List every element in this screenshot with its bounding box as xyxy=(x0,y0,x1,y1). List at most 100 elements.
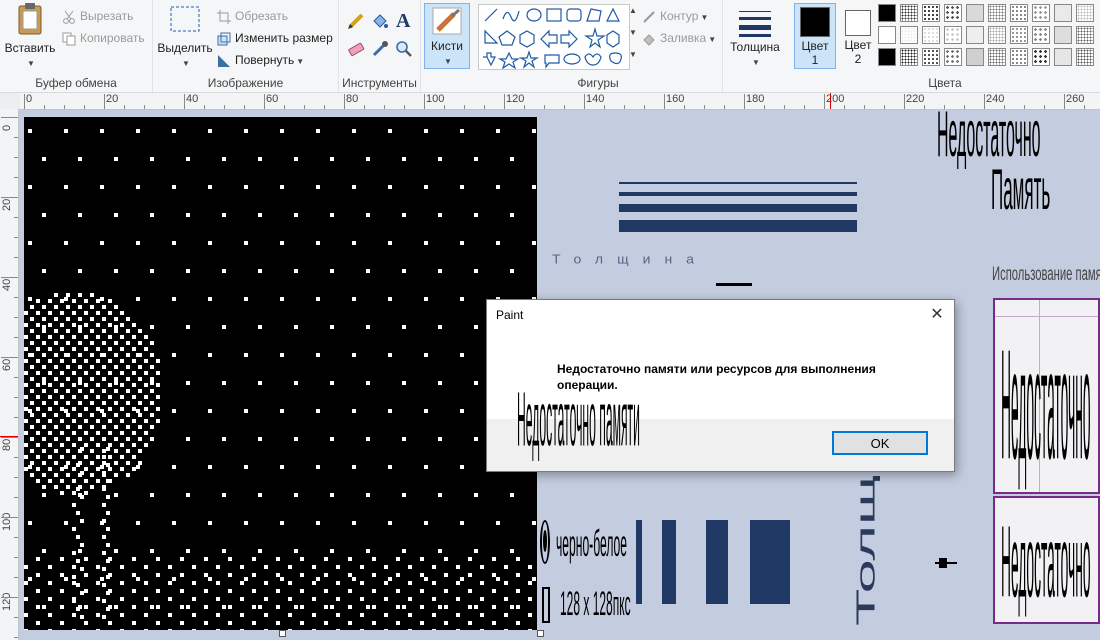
ruler-tick xyxy=(924,105,925,109)
palette-swatch[interactable] xyxy=(922,26,940,44)
ruler-tick xyxy=(1,197,18,198)
ruler-label: 80 xyxy=(346,93,359,105)
color2-swatch xyxy=(845,10,871,36)
ruler-tick xyxy=(824,94,825,109)
canvas-resize-handle-bottom[interactable] xyxy=(279,630,286,637)
dialog-titlebar[interactable]: Paint ✕ xyxy=(487,300,954,331)
palette-swatch[interactable] xyxy=(988,48,1006,66)
palette-swatch[interactable] xyxy=(988,4,1006,22)
ruler-label: 120 xyxy=(1,592,13,611)
palette-swatch[interactable] xyxy=(966,48,984,66)
ruler-tick xyxy=(14,137,18,138)
paste-button[interactable]: Вставить ▼ xyxy=(2,2,58,69)
close-icon[interactable]: ✕ xyxy=(920,300,954,331)
palette-swatch[interactable] xyxy=(944,26,962,44)
outline-caret-icon[interactable]: ▼ xyxy=(700,8,708,28)
ruler-tick xyxy=(14,557,18,558)
shapes-expand-icon[interactable]: ▼ xyxy=(629,50,637,59)
palette-swatch[interactable] xyxy=(988,26,1006,44)
line-size-icon xyxy=(739,11,771,37)
fill-caret-icon[interactable]: ▼ xyxy=(708,30,716,50)
size-button[interactable]: Толщина ▼ xyxy=(726,3,784,67)
tools-group-label: Инструменты xyxy=(342,76,417,90)
pencil-icon[interactable] xyxy=(347,12,365,30)
size-label: Толщина xyxy=(730,40,780,54)
fill-bucket-icon[interactable] xyxy=(371,12,389,30)
clipboard-group: Вставить ▼ Вырезать Копировать Буфер обм… xyxy=(0,0,153,92)
ruler-tick xyxy=(744,94,745,109)
palette-swatch[interactable] xyxy=(1032,4,1050,22)
brushes-button[interactable]: Кисти ▼ xyxy=(424,3,470,69)
rotate-button[interactable]: Повернуть ▼ xyxy=(217,50,304,70)
palette-swatch[interactable] xyxy=(1076,48,1094,66)
ruler-tick xyxy=(44,105,45,109)
ruler-label: 160 xyxy=(666,93,685,105)
palette-swatch[interactable] xyxy=(1032,48,1050,66)
drawing-canvas[interactable] xyxy=(24,117,537,630)
canvas-resize-handle-corner[interactable] xyxy=(537,630,544,637)
ruler-tick xyxy=(1084,105,1085,109)
ruler-tick xyxy=(124,105,125,109)
palette-swatch[interactable] xyxy=(1010,4,1028,22)
palette-swatch[interactable] xyxy=(878,26,896,44)
palette-swatch[interactable] xyxy=(944,48,962,66)
color1-button[interactable]: Цвет 1 xyxy=(794,3,836,69)
palette-swatch[interactable] xyxy=(878,4,896,22)
ruler-tick xyxy=(684,105,685,109)
crop-button[interactable]: Обрезать xyxy=(217,6,288,26)
palette-swatch[interactable] xyxy=(944,4,962,22)
shapes-gallery[interactable] xyxy=(478,4,630,70)
palette-swatch[interactable] xyxy=(966,26,984,44)
ruler-tick xyxy=(724,105,725,109)
rotate-caret-icon[interactable]: ▼ xyxy=(296,52,304,72)
ruler-tick xyxy=(344,94,345,109)
palette-swatch[interactable] xyxy=(1010,26,1028,44)
outline-button[interactable]: Контур ▼ xyxy=(642,6,708,26)
fill-button[interactable]: Заливка ▼ xyxy=(642,28,716,48)
palette-swatch[interactable] xyxy=(922,48,940,66)
ruler-tick xyxy=(1,437,18,438)
artifact-radio-icon xyxy=(540,520,550,564)
palette-swatch[interactable] xyxy=(1010,48,1028,66)
palette-swatch[interactable] xyxy=(878,48,896,66)
palette-swatch[interactable] xyxy=(1054,4,1072,22)
palette-swatch[interactable] xyxy=(1076,26,1094,44)
palette-swatch[interactable] xyxy=(900,26,918,44)
select-caret-icon[interactable]: ▼ xyxy=(182,59,190,68)
palette-swatch[interactable] xyxy=(1032,26,1050,44)
shapes-scroll-down-icon[interactable]: ▼ xyxy=(629,28,637,37)
dialog-overlay-text: Недостаточно памяти xyxy=(517,376,640,463)
brushes-label: Кисти xyxy=(431,39,463,53)
cut-button[interactable]: Вырезать xyxy=(62,6,133,26)
copy-button[interactable]: Копировать xyxy=(62,28,145,48)
palette-swatch[interactable] xyxy=(1076,4,1094,22)
ruler-tick xyxy=(144,105,145,109)
ruler-label: 120 xyxy=(506,93,525,105)
image-group: Выделить ▼ Обрезать Изменить размер Пове… xyxy=(153,0,339,92)
brushes-caret-icon[interactable]: ▼ xyxy=(444,57,452,66)
resize-button[interactable]: Изменить размер xyxy=(217,28,333,48)
size-caret-icon[interactable]: ▼ xyxy=(752,58,760,67)
text-tool-icon[interactable]: A xyxy=(396,10,410,33)
ruler-tick xyxy=(904,94,905,109)
error-dialog: Paint ✕ Недостаточно памяти или ресурсов… xyxy=(486,299,955,472)
eraser-icon[interactable] xyxy=(347,40,365,58)
ruler-label: 0 xyxy=(26,93,33,105)
palette-swatch[interactable] xyxy=(1054,26,1072,44)
palette-swatch[interactable] xyxy=(900,4,918,22)
paste-caret-icon[interactable]: ▼ xyxy=(27,59,35,68)
palette-swatch[interactable] xyxy=(966,4,984,22)
ruler-label: 260 xyxy=(1066,93,1085,105)
ok-button[interactable]: OK xyxy=(832,431,928,455)
magnifier-icon[interactable] xyxy=(395,40,413,58)
palette-swatch[interactable] xyxy=(922,4,940,22)
ruler-tick xyxy=(444,105,445,109)
ruler-tick xyxy=(524,105,525,109)
color-picker-icon[interactable] xyxy=(371,40,389,58)
palette-swatch[interactable] xyxy=(900,48,918,66)
select-button[interactable]: Выделить ▼ xyxy=(157,2,213,69)
shapes-scroll-up-icon[interactable]: ▲ xyxy=(629,6,637,15)
color1-swatch xyxy=(800,7,830,37)
palette-swatch[interactable] xyxy=(1054,48,1072,66)
color2-button[interactable]: Цвет 2 xyxy=(838,3,878,67)
